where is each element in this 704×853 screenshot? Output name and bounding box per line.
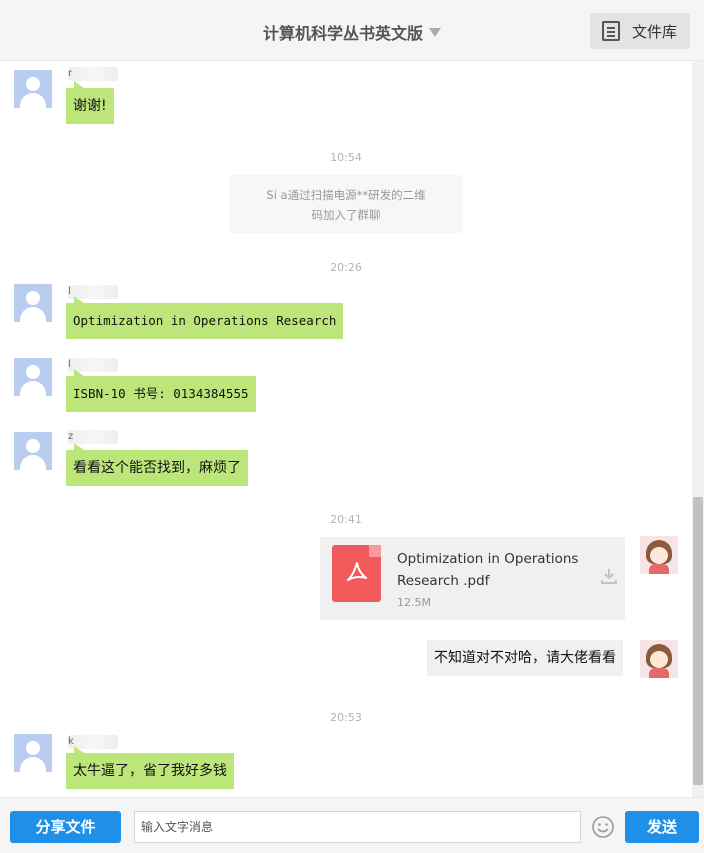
- emoji-icon[interactable]: [591, 815, 615, 839]
- message-bubble[interactable]: 谢谢!: [66, 81, 114, 124]
- group-title-text: 计算机科学丛书英文版: [262, 24, 423, 43]
- file-message-card[interactable]: Optimization in Operations Research .pdf…: [320, 537, 625, 620]
- user-avatar[interactable]: [14, 432, 52, 470]
- message-bubble[interactable]: 看看这个能否找到，麻烦了: [66, 443, 248, 486]
- chat-header: 计算机科学丛书英文版 文件库: [0, 0, 704, 61]
- file-library-button[interactable]: 文件库: [590, 13, 690, 49]
- send-button[interactable]: 发送: [625, 811, 699, 843]
- download-icon[interactable]: [600, 567, 618, 585]
- my-avatar[interactable]: [640, 640, 678, 678]
- sender-nickname: z: [68, 430, 118, 444]
- user-avatar[interactable]: [14, 358, 52, 396]
- file-size: 12.5M: [397, 596, 431, 609]
- system-notice-line: 码加入了群聊: [311, 208, 381, 222]
- message-bubble[interactable]: Optimization in Operations Research: [66, 296, 344, 339]
- my-avatar[interactable]: [640, 536, 678, 574]
- system-notice-line: Si a通过扫描电源**研发的二维: [266, 188, 426, 202]
- timestamp: 20:53: [330, 711, 362, 724]
- pdf-file-icon: [332, 545, 381, 602]
- document-icon: [602, 21, 620, 41]
- timestamp: 20:41: [330, 513, 362, 526]
- sender-nickname: r: [68, 67, 118, 81]
- message-bubble[interactable]: ISBN-10 书号: 0134384555: [66, 369, 256, 412]
- pdf-acrobat-icon: [347, 562, 367, 581]
- user-avatar[interactable]: [14, 284, 52, 322]
- message-composer: 分享文件 发送: [0, 797, 704, 853]
- user-avatar[interactable]: [14, 734, 52, 772]
- message-bubble-self[interactable]: 不知道对不对哈，请大佬看看: [427, 640, 623, 676]
- file-library-label: 文件库: [632, 22, 678, 41]
- scrollbar-thumb[interactable]: [693, 497, 703, 785]
- timestamp: 10:54: [330, 151, 362, 164]
- share-file-button[interactable]: 分享文件: [10, 811, 121, 843]
- message-input[interactable]: [134, 811, 581, 843]
- message-bubble[interactable]: 太牛逼了，省了我好多钱: [66, 746, 234, 789]
- user-avatar[interactable]: [14, 70, 52, 108]
- file-name: Optimization in Operations Research .pdf: [397, 551, 579, 589]
- system-notice: Si a通过扫描电源**研发的二维 码加入了群聊: [229, 175, 463, 233]
- dropdown-caret-icon[interactable]: [429, 28, 441, 37]
- timestamp: 20:26: [330, 261, 362, 274]
